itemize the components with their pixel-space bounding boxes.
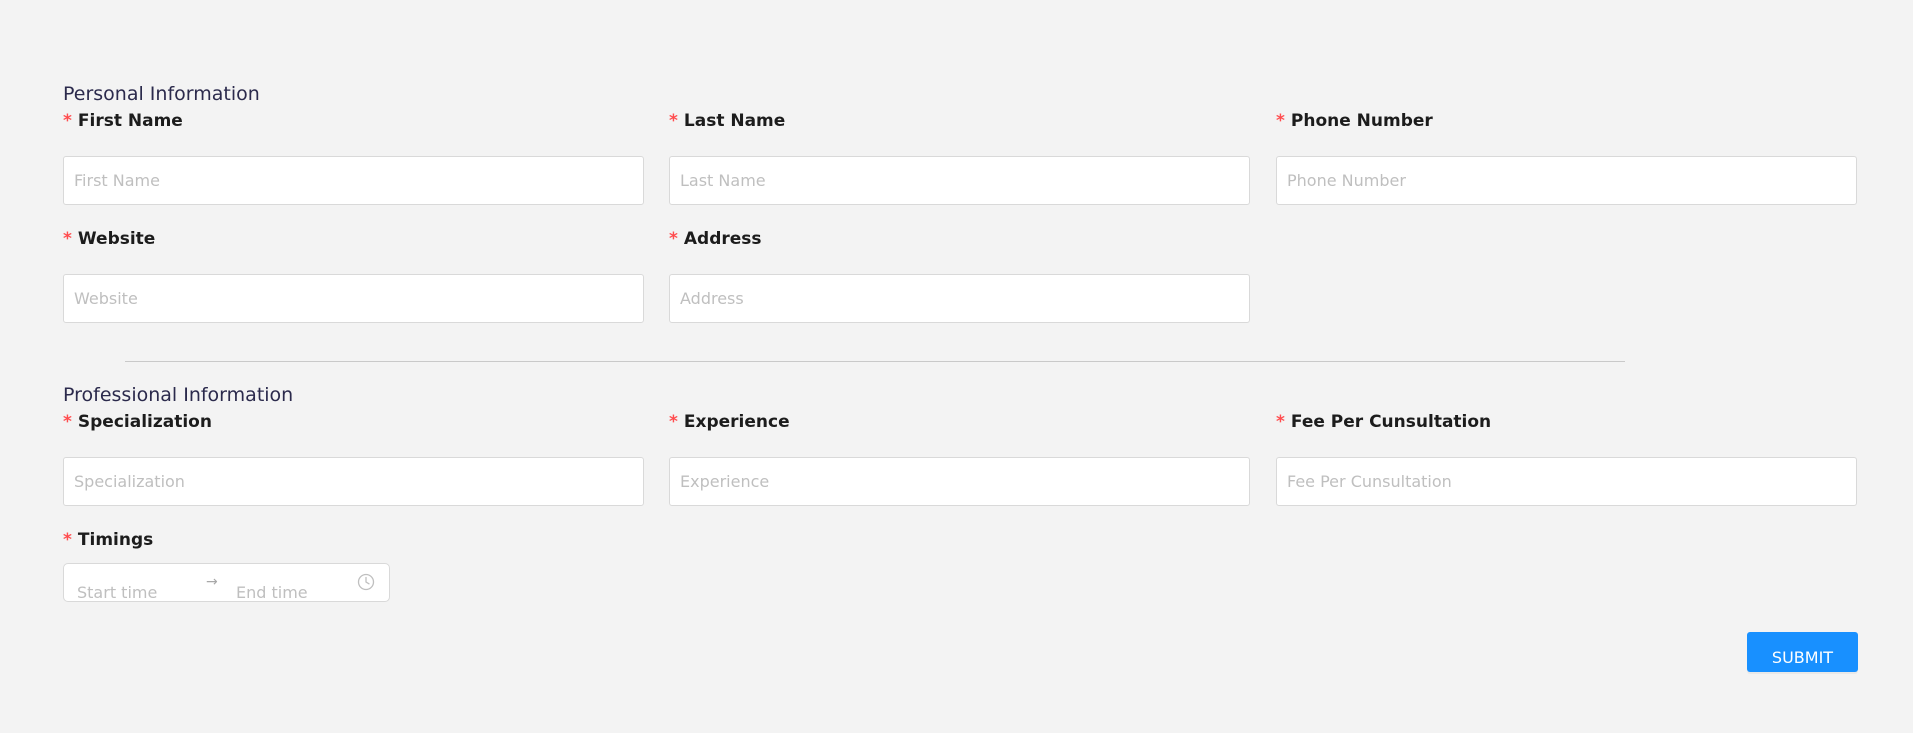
last-name-input[interactable] bbox=[669, 156, 1250, 205]
specialization-input[interactable] bbox=[63, 457, 644, 506]
experience-label-text: Experience bbox=[683, 412, 790, 432]
required-marker: * bbox=[1276, 412, 1285, 432]
required-marker: * bbox=[669, 111, 678, 131]
website-label: * Website bbox=[63, 228, 155, 250]
address-label: * Address bbox=[669, 228, 762, 250]
last-name-label-text: Last Name bbox=[683, 111, 786, 131]
phone-number-label: * Phone Number bbox=[1276, 110, 1433, 132]
fee-label: * Fee Per Cunsultation bbox=[1276, 411, 1491, 433]
personal-section-title: Personal Information bbox=[63, 83, 260, 105]
clock-icon bbox=[357, 573, 375, 591]
end-time-input[interactable] bbox=[236, 582, 354, 602]
professional-section-title: Professional Information bbox=[63, 384, 294, 406]
required-marker: * bbox=[669, 412, 678, 432]
first-name-label-text: First Name bbox=[77, 111, 183, 131]
required-marker: * bbox=[669, 229, 678, 249]
last-name-label: * Last Name bbox=[669, 110, 785, 132]
phone-number-input[interactable] bbox=[1276, 156, 1857, 205]
required-marker: * bbox=[63, 111, 72, 131]
website-label-text: Website bbox=[77, 229, 156, 249]
experience-input[interactable] bbox=[669, 457, 1250, 506]
submit-button[interactable]: SUBMIT bbox=[1747, 632, 1858, 672]
required-marker: * bbox=[1276, 111, 1285, 131]
specialization-label: * Specialization bbox=[63, 411, 212, 433]
required-marker: * bbox=[63, 530, 72, 550]
timings-range-picker[interactable]: → bbox=[63, 563, 390, 602]
required-marker: * bbox=[63, 412, 72, 432]
specialization-label-text: Specialization bbox=[77, 412, 212, 432]
start-time-input[interactable] bbox=[77, 582, 195, 602]
first-name-input[interactable] bbox=[63, 156, 644, 205]
first-name-label: * First Name bbox=[63, 110, 183, 132]
address-input[interactable] bbox=[669, 274, 1250, 323]
range-arrow-icon: → bbox=[206, 574, 218, 590]
required-marker: * bbox=[63, 229, 72, 249]
experience-label: * Experience bbox=[669, 411, 790, 433]
fee-label-text: Fee Per Cunsultation bbox=[1290, 412, 1492, 432]
website-input[interactable] bbox=[63, 274, 644, 323]
timings-label: * Timings bbox=[63, 529, 153, 551]
fee-input[interactable] bbox=[1276, 457, 1857, 506]
phone-number-label-text: Phone Number bbox=[1290, 111, 1433, 131]
section-divider bbox=[125, 361, 1625, 362]
address-label-text: Address bbox=[683, 229, 762, 249]
timings-label-text: Timings bbox=[77, 530, 154, 550]
